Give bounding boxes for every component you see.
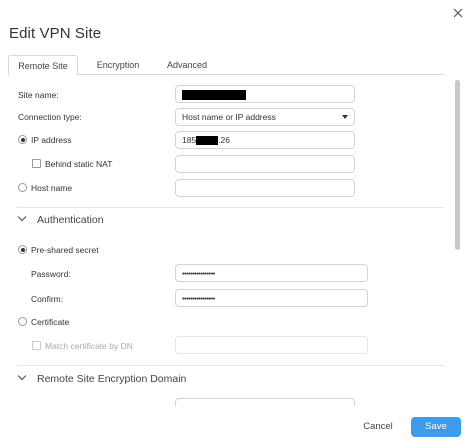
chevron-down-icon bbox=[17, 375, 27, 381]
edit-vpn-site-dialog: Edit VPN Site Remote Site Encryption Adv… bbox=[0, 0, 474, 448]
ip-address-field[interactable]: 185.26 bbox=[175, 131, 355, 149]
password-value: •••••••••••••••• bbox=[182, 271, 215, 278]
ip-address-prefix: 185 bbox=[182, 135, 197, 145]
confirm-password-field[interactable]: •••••••••••••••• bbox=[175, 289, 368, 307]
authentication-title: Authentication bbox=[37, 214, 104, 226]
static-nat-field[interactable] bbox=[175, 155, 355, 173]
scrollbar[interactable] bbox=[455, 80, 460, 250]
site-name-label: Site name: bbox=[18, 90, 59, 100]
dialog-title: Edit VPN Site bbox=[9, 25, 102, 42]
redacted-ip-segment bbox=[196, 136, 219, 146]
certificate-radio[interactable] bbox=[18, 317, 27, 326]
connection-type-select[interactable]: Host name or IP address bbox=[175, 108, 355, 126]
behind-static-nat-label: Behind static NAT bbox=[45, 159, 113, 169]
cancel-button[interactable]: Cancel bbox=[358, 417, 398, 437]
chevron-down-icon bbox=[17, 216, 27, 222]
behind-static-nat-checkbox[interactable] bbox=[32, 159, 41, 168]
close-icon[interactable] bbox=[451, 6, 465, 20]
host-name-label: Host name bbox=[31, 183, 73, 193]
save-button[interactable]: Save bbox=[411, 417, 461, 437]
encryption-domain-section-header[interactable]: Remote Site Encryption Domain bbox=[17, 371, 445, 389]
connection-type-label: Connection type: bbox=[18, 112, 82, 122]
password-field[interactable]: •••••••••••••••• bbox=[175, 264, 368, 282]
encryption-domain-title: Remote Site Encryption Domain bbox=[37, 373, 187, 385]
host-name-radio[interactable] bbox=[18, 183, 27, 192]
host-name-field[interactable] bbox=[175, 179, 355, 197]
ip-address-radio[interactable] bbox=[18, 135, 27, 144]
divider bbox=[17, 207, 444, 208]
confirm-label: Confirm: bbox=[31, 294, 64, 304]
match-certificate-field[interactable] bbox=[175, 336, 368, 354]
password-label: Password: bbox=[31, 269, 71, 279]
site-name-field[interactable] bbox=[175, 85, 355, 103]
tab-bar: Remote Site Encryption Advanced bbox=[8, 55, 444, 76]
match-certificate-label: Match certificate by DN bbox=[45, 341, 133, 351]
tab-encryption[interactable]: Encryption bbox=[87, 55, 149, 76]
chevron-down-icon bbox=[342, 115, 348, 119]
ip-address-label: IP address bbox=[31, 135, 72, 145]
match-certificate-checkbox[interactable] bbox=[32, 341, 41, 350]
certificate-label: Certificate bbox=[31, 317, 70, 327]
connection-type-value: Host name or IP address bbox=[182, 112, 276, 122]
ip-address-suffix: .26 bbox=[218, 135, 231, 145]
authentication-section-header[interactable]: Authentication bbox=[17, 212, 445, 230]
divider bbox=[17, 365, 444, 366]
tab-advanced[interactable]: Advanced bbox=[158, 55, 216, 76]
preshared-secret-label: Pre-shared secret bbox=[31, 245, 99, 255]
confirm-value: •••••••••••••••• bbox=[182, 296, 215, 303]
tab-remote-site[interactable]: Remote Site bbox=[8, 55, 78, 76]
preshared-secret-radio[interactable] bbox=[18, 245, 27, 254]
encryption-domain-field[interactable] bbox=[175, 398, 355, 406]
redacted-site-name bbox=[182, 89, 246, 100]
